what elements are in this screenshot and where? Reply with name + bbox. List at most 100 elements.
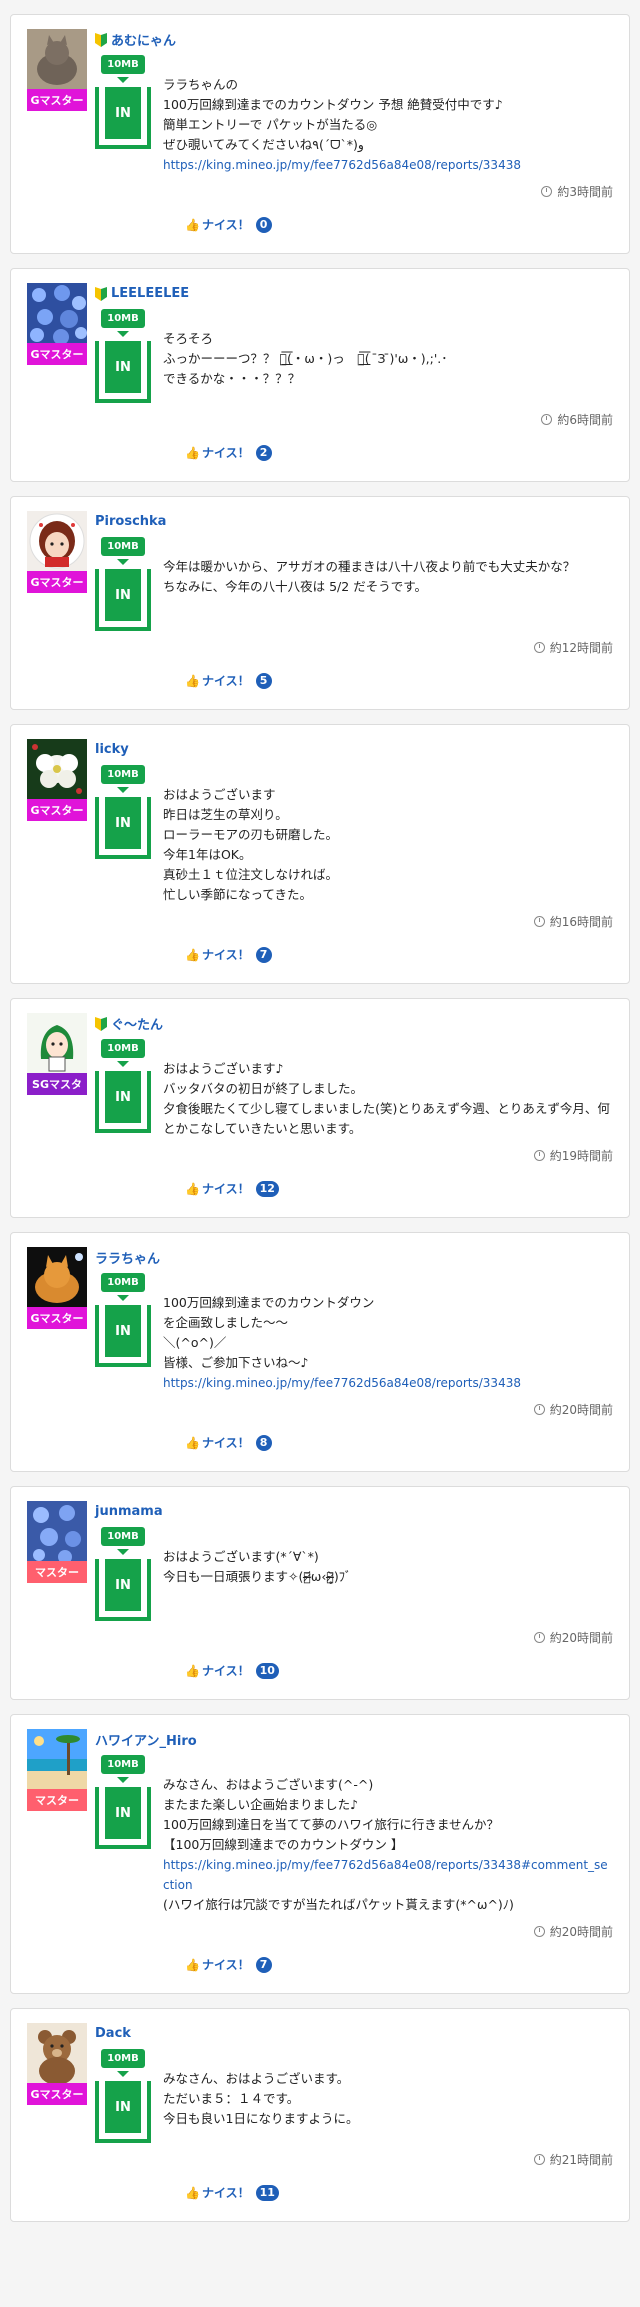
post-text-line: を企画致しました〜〜 [163, 1315, 289, 1330]
arrow-down-icon [117, 787, 129, 793]
time-text: 約20時間前 [549, 1631, 613, 1645]
nice-count: 12 [255, 1180, 279, 1197]
username-link[interactable]: junmama [95, 1504, 163, 1519]
post-time: 約19時間前 [27, 1147, 613, 1164]
username-link[interactable]: Dack [95, 2026, 131, 2041]
avatar[interactable] [27, 1013, 87, 1073]
post-content: おはようございます 昨日は芝生の草刈り。 ローラーモアの刃も研磨した。 今年1年はOK… [163, 785, 613, 905]
tray-icon: IN [95, 341, 151, 403]
nice-count: 5 [255, 672, 272, 689]
nice-button[interactable]: 👍 ナイス！ [185, 1180, 250, 1197]
post-text-line: 夕食後眠たくて少し寝てしまいました(笑)とりあえず今週、とりあえず今月、何とかこ… [163, 1101, 610, 1136]
arrow-down-icon [117, 559, 129, 565]
in-label: IN [105, 1559, 141, 1611]
nice-button[interactable]: 👍 ナイス！ [185, 1956, 250, 1973]
post-text-line: おはようございます [163, 787, 276, 802]
packet-badge: 10MB IN [95, 537, 151, 631]
rank-badge: Gマスター [27, 343, 87, 365]
tray-icon: IN [95, 1305, 151, 1367]
post-card: Gマスター ララちゃん 10MB IN 100万回線到達までのカウントダウン を企… [10, 1232, 630, 1472]
post-text-line: みなさん、おはようございます。 [163, 2071, 350, 2086]
nice-count: 0 [255, 216, 272, 233]
nice-button[interactable]: 👍 ナイス！ [185, 672, 250, 689]
in-label: IN [105, 1787, 141, 1839]
post-content: そろそろ ふっかーーーつ？？ ＝͟͟͞͞(・ω・)っ ＝͟͟͞͞( ̄З ̄)'ω… [163, 329, 613, 403]
post-card: マスター ハワイアン_Hiro 10MB IN みなさん、おはようございます(^… [10, 1714, 630, 1994]
packet-amount: 10MB [101, 2049, 145, 2068]
post-text-line: おはようございます(*´∀`*) [163, 1549, 319, 1564]
post-link[interactable]: https://king.mineo.jp/my/fee7762d56a84e0… [163, 1855, 613, 1895]
nice-label: ナイス！ [201, 1664, 250, 1678]
username-link[interactable]: Piroschka [95, 514, 166, 529]
arrow-down-icon [117, 1777, 129, 1783]
post-text-line: ローラーモアの刃も研磨した。 [163, 827, 339, 842]
post-text-line: そろそろ [163, 331, 214, 346]
nice-label: ナイス！ [201, 948, 250, 962]
clock-icon [541, 414, 553, 425]
time-text: 約19時間前 [549, 1149, 613, 1163]
in-label: IN [105, 2081, 141, 2133]
post-text-line: 簡単エントリーで パケットが当たる◎ [163, 117, 378, 132]
post-text-line: ララちゃんの [163, 77, 239, 92]
post-content: 100万回線到達までのカウントダウン を企画致しました〜〜 ＼(^o^)／ 皆様、ご参… [163, 1293, 613, 1393]
avatar[interactable] [27, 283, 87, 343]
rank-badge: Gマスター [27, 89, 87, 111]
username-link[interactable]: licky [95, 742, 129, 757]
avatar[interactable] [27, 511, 87, 571]
avatar[interactable] [27, 1729, 87, 1789]
clock-icon [533, 1150, 545, 1161]
post-card: Gマスター あむにゃん 10MB IN ララちゃんの 100万回線到達までのカウン… [10, 14, 630, 254]
rank-badge: Gマスター [27, 799, 87, 821]
packet-badge: 10MB IN [95, 55, 151, 175]
nice-button[interactable]: 👍 ナイス！ [185, 444, 250, 461]
packet-badge: 10MB IN [95, 1527, 151, 1621]
nice-button[interactable]: 👍 ナイス！ [185, 946, 250, 963]
nice-button[interactable]: 👍 ナイス！ [185, 1662, 250, 1679]
username-link[interactable]: ララちゃん [95, 1248, 160, 1267]
tray-icon: IN [95, 1559, 151, 1621]
post-link[interactable]: https://king.mineo.jp/my/fee7762d56a84e0… [163, 155, 613, 175]
avatar[interactable] [27, 1501, 87, 1561]
post-link[interactable]: https://king.mineo.jp/my/fee7762d56a84e0… [163, 1373, 613, 1393]
thumbs-up-icon: 👍 [185, 1181, 200, 1196]
tray-icon: IN [95, 797, 151, 859]
post-content: 今年は暖かいから、アサガオの種まきは八十八夜より前でも大丈夫かな？ ちなみに、今年… [163, 557, 613, 631]
username-link[interactable]: LEELEELEE [111, 286, 189, 301]
arrow-down-icon [117, 331, 129, 337]
clock-icon [533, 1632, 545, 1643]
thumbs-up-icon: 👍 [185, 1435, 200, 1450]
nice-count: 11 [255, 2184, 279, 2201]
nice-button[interactable]: 👍 ナイス！ [185, 1434, 250, 1451]
post-text-line: できるかな・・・？？？ [163, 371, 301, 386]
username-link[interactable]: ハワイアン_Hiro [95, 1730, 197, 1749]
nice-button[interactable]: 👍 ナイス！ [185, 216, 250, 233]
avatar[interactable] [27, 29, 87, 89]
username-link[interactable]: ぐ〜たん [111, 1014, 163, 1033]
thumbs-up-icon: 👍 [185, 1663, 200, 1678]
nice-label: ナイス！ [201, 1182, 250, 1196]
nice-label: ナイス！ [201, 674, 250, 688]
post-card: Gマスター Piroschka 10MB IN 今年は暖かいから、アサガオの種ま… [10, 496, 630, 710]
beginner-mark-icon [95, 286, 107, 301]
in-label: IN [105, 1305, 141, 1357]
arrow-down-icon [117, 77, 129, 83]
time-text: 約21時間前 [549, 2153, 613, 2167]
tray-icon: IN [95, 2081, 151, 2143]
in-label: IN [105, 1071, 141, 1123]
post-text-line: バッタバタの初日が終了しました。 [163, 1081, 364, 1096]
post-text-line: ちなみに、今年の八十八夜は 5/2 だそうです。 [163, 579, 427, 594]
post-text-line: ただいま５：１４です。 [163, 2091, 300, 2106]
avatar[interactable] [27, 2023, 87, 2083]
avatar[interactable] [27, 1247, 87, 1307]
nice-button[interactable]: 👍 ナイス！ [185, 2184, 250, 2201]
arrow-down-icon [117, 2071, 129, 2077]
avatar[interactable] [27, 739, 87, 799]
username-link[interactable]: あむにゃん [111, 30, 176, 49]
nice-label: ナイス！ [201, 2186, 250, 2200]
packet-badge: 10MB IN [95, 1755, 151, 1915]
post-text-line: おはようございます♪ [163, 1061, 284, 1076]
packet-amount: 10MB [101, 55, 145, 74]
post-time: 約6時間前 [27, 411, 613, 428]
in-label: IN [105, 87, 141, 139]
thumbs-up-icon: 👍 [185, 1957, 200, 1972]
